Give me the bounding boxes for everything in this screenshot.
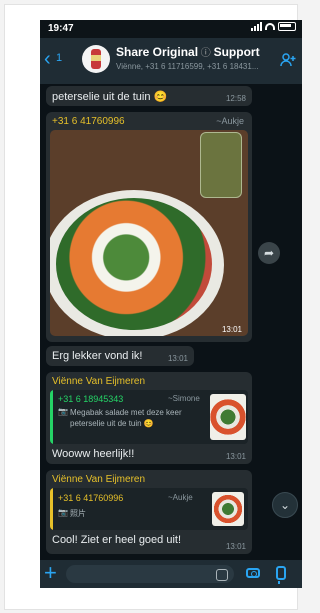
photo-icon: 📷 [58,508,68,517]
reply-message-bubble[interactable]: Viënne Van Eijmeren +31 6 41760996 ~Aukj… [46,470,252,554]
salad-photo[interactable] [50,130,248,336]
message-text: peterselie uit de tuin 😊 [52,91,168,103]
message-time: 12:58 [225,94,246,103]
quote-alias: ~Aukje [168,493,193,502]
message-time: 13:01 [225,452,246,461]
sender-name: Viënne Van Eijmeren [52,376,146,387]
sender-name: Viënne Van Eijmeren [52,474,146,485]
forward-icon[interactable]: ➦ [258,242,280,264]
camera-icon[interactable] [246,568,260,578]
sticker-icon[interactable] [216,569,228,581]
plus-icon[interactable]: + [44,562,57,584]
wifi-icon [265,23,275,30]
quote-sender: +31 6 18945343 [58,394,124,404]
quote-sender: +31 6 41760996 [58,493,124,503]
status-time: 19:47 [48,23,74,34]
phone-screen: 19:47 ‹ 1 Share Original ⓘ Support Viënn… [40,20,302,588]
message-time: 13:01 [225,542,246,551]
sender-name: +31 6 41760996 [52,116,125,127]
battery-icon [278,22,296,31]
quote-thumbnail [210,394,246,440]
quote-alias: ~Simone [168,394,200,403]
reply-message-bubble[interactable]: Viënne Van Eijmeren +31 6 18945343 ~Simo… [46,372,252,464]
signal-icon [251,22,262,31]
chat-title-support: Support [213,45,260,59]
salad-shape [56,198,212,330]
chat-header: ‹ 1 Share Original ⓘ Support Viënne, +31… [40,38,302,84]
quote-accent-bar [50,390,53,444]
image-message-bubble[interactable]: +31 6 41760996 ~Aukje 13:01 [46,112,252,342]
message-bubble[interactable]: peterselie uit de tuin 😊 12:58 [46,86,252,106]
scroll-down-chevron-icon[interactable]: ⌄ [272,492,298,518]
message-composer: + [40,560,302,588]
back-chevron-icon[interactable]: ‹ [44,49,51,69]
quote-text: 照片 [70,509,86,518]
message-time: 13:01 [221,325,242,334]
quote-thumbnail [212,492,244,526]
group-avatar[interactable] [82,45,110,73]
add-participant-icon[interactable] [280,52,296,73]
quote-text: Megabak salade met deze keer peterselie … [70,408,182,428]
back-unread-count[interactable]: 1 [56,52,62,64]
quoted-message[interactable]: +31 6 18945343 ~Simone 📷 Megabak salade … [50,390,248,444]
avatar-label-shape [91,55,101,61]
message-bubble[interactable]: Erg lekker vond ik! 13:01 [46,346,194,366]
status-bar: 19:47 [40,20,302,38]
message-input[interactable] [66,565,234,583]
message-text: Erg lekker vond ik! [52,350,143,362]
chat-title[interactable]: Share Original ⓘ Support [116,44,266,59]
info-circle-icon: ⓘ [198,48,214,59]
sender-alias: ~Aukje [216,116,244,126]
chat-title-name: Share Original [116,45,199,59]
message-time: 13:01 [167,354,188,363]
status-icons [251,22,296,31]
message-text: Wooww heerlijk!! [52,448,135,460]
quote-accent-bar [50,488,53,530]
quoted-message[interactable]: +31 6 41760996 ~Aukje 📷 照片 [50,488,248,530]
message-text: Cool! Ziet er heel goed uit! [52,534,182,546]
message-list[interactable]: peterselie uit de tuin 😊 12:58 +31 6 417… [40,84,302,560]
photo-icon: 📷 [58,407,68,416]
chat-members-subtitle[interactable]: Viënne, +31 6 11716599, +31 6 18431... [116,62,266,71]
glass-shape [200,132,242,198]
microphone-icon[interactable] [276,566,286,584]
